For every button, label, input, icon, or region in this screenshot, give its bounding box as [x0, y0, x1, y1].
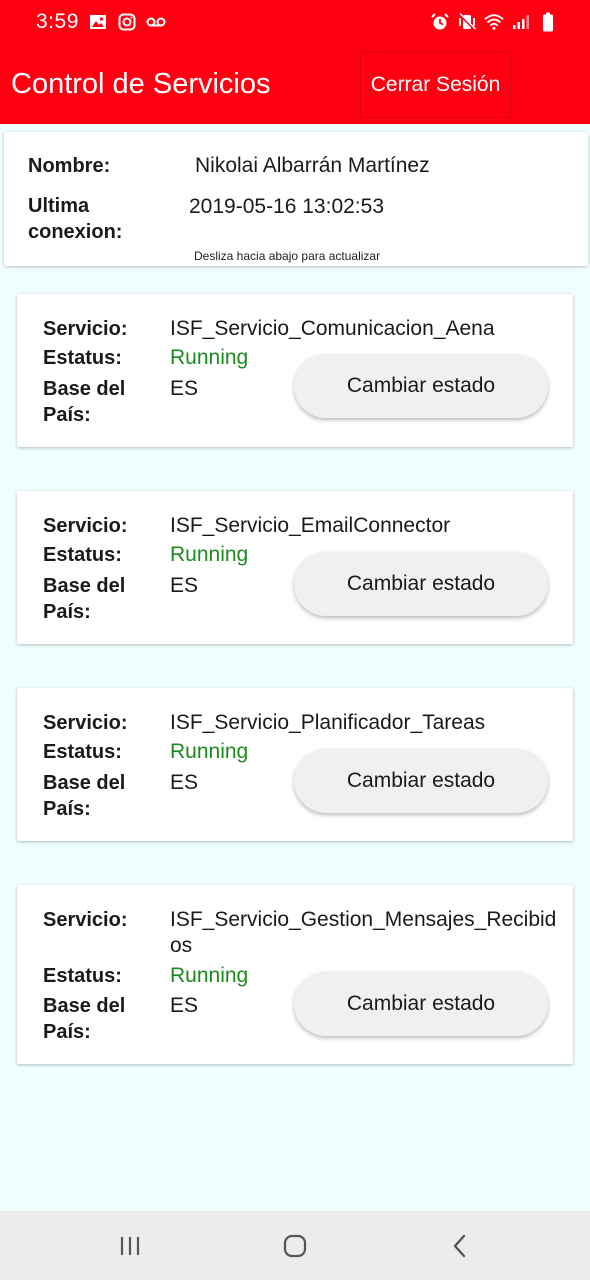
home-icon[interactable]	[278, 1229, 312, 1263]
change-state-button[interactable]: Cambiar estado	[294, 749, 548, 813]
navigation-bar	[0, 1211, 590, 1280]
country-value: ES	[170, 574, 199, 597]
change-state-button[interactable]: Cambiar estado	[294, 354, 548, 418]
battery-icon	[538, 12, 558, 32]
country-label-line2: País:	[43, 601, 91, 623]
notification-icons	[88, 12, 166, 32]
status-value: Running	[170, 543, 249, 566]
status-label: Estatus:	[43, 347, 122, 369]
country-value: ES	[170, 994, 199, 1017]
recent-apps-icon[interactable]	[113, 1229, 147, 1263]
service-label: Servicio:	[43, 712, 128, 734]
status-label: Estatus:	[43, 741, 122, 763]
service-label: Servicio:	[43, 515, 128, 537]
last-connection-label-line1: Ultima	[28, 195, 90, 217]
service-label: Servicio:	[43, 318, 128, 340]
app-bar: 3:59 Control de Servicios Cerrar Sesión	[0, 0, 590, 124]
country-value: ES	[170, 771, 199, 794]
service-label: Servicio:	[43, 909, 128, 931]
system-icons	[430, 12, 558, 32]
status-time: 3:59	[36, 10, 79, 33]
country-label-line2: País:	[43, 1021, 91, 1043]
service-name: ISF_Servicio_Comunicacion_Aena	[170, 317, 495, 340]
last-connection-value: 2019-05-16 13:02:53	[189, 195, 384, 218]
back-icon[interactable]	[443, 1229, 477, 1263]
change-state-button[interactable]: Cambiar estado	[294, 972, 548, 1036]
status-value: Running	[170, 346, 249, 369]
status-label: Estatus:	[43, 544, 122, 566]
name-label: Nombre:	[28, 155, 111, 177]
country-label-line1: Base del	[43, 378, 126, 400]
status-label: Estatus:	[43, 965, 122, 987]
country-value: ES	[170, 377, 199, 400]
status-bar: 3:59	[0, 0, 590, 46]
alarm-icon	[430, 12, 450, 32]
refresh-hint: Desliza hacia abajo para actualizar	[194, 249, 381, 263]
country-label-line2: País:	[43, 404, 91, 426]
country-label-line1: Base del	[43, 575, 126, 597]
country-label-line1: Base del	[43, 772, 126, 794]
logout-button[interactable]: Cerrar Sesión	[360, 52, 511, 118]
last-connection-label-line2: conexion:	[28, 221, 123, 243]
voicemail-icon	[146, 12, 166, 32]
service-card: Servicio: ISF_Servicio_Comunicacion_Aena…	[17, 294, 573, 447]
country-label-line2: País:	[43, 798, 91, 820]
wifi-icon	[484, 12, 504, 32]
change-state-button[interactable]: Cambiar estado	[294, 552, 548, 616]
country-label-line1: Base del	[43, 995, 126, 1017]
service-name: ISF_Servicio_Gestion_Mensajes_Recibidos	[170, 908, 557, 957]
service-card: Servicio: ISF_Servicio_Gestion_Mensajes_…	[17, 885, 573, 1064]
instagram-icon	[117, 12, 137, 32]
signal-icon	[511, 12, 531, 32]
status-value: Running	[170, 964, 249, 987]
service-name: ISF_Servicio_EmailConnector	[170, 514, 451, 537]
image-icon	[88, 12, 108, 32]
name-value: Nikolai Albarrán Martínez	[195, 154, 430, 177]
service-card: Servicio: ISF_Servicio_EmailConnector Es…	[17, 491, 573, 644]
profile-card: Nombre: Nikolai Albarrán Martínez Ultima…	[4, 132, 588, 266]
service-name: ISF_Servicio_Planificador_Tareas	[170, 711, 486, 734]
service-card: Servicio: ISF_Servicio_Planificador_Tare…	[17, 688, 573, 841]
app-title: Control de Servicios	[11, 68, 271, 100]
vibrate-icon	[457, 12, 477, 32]
status-value: Running	[170, 740, 249, 763]
